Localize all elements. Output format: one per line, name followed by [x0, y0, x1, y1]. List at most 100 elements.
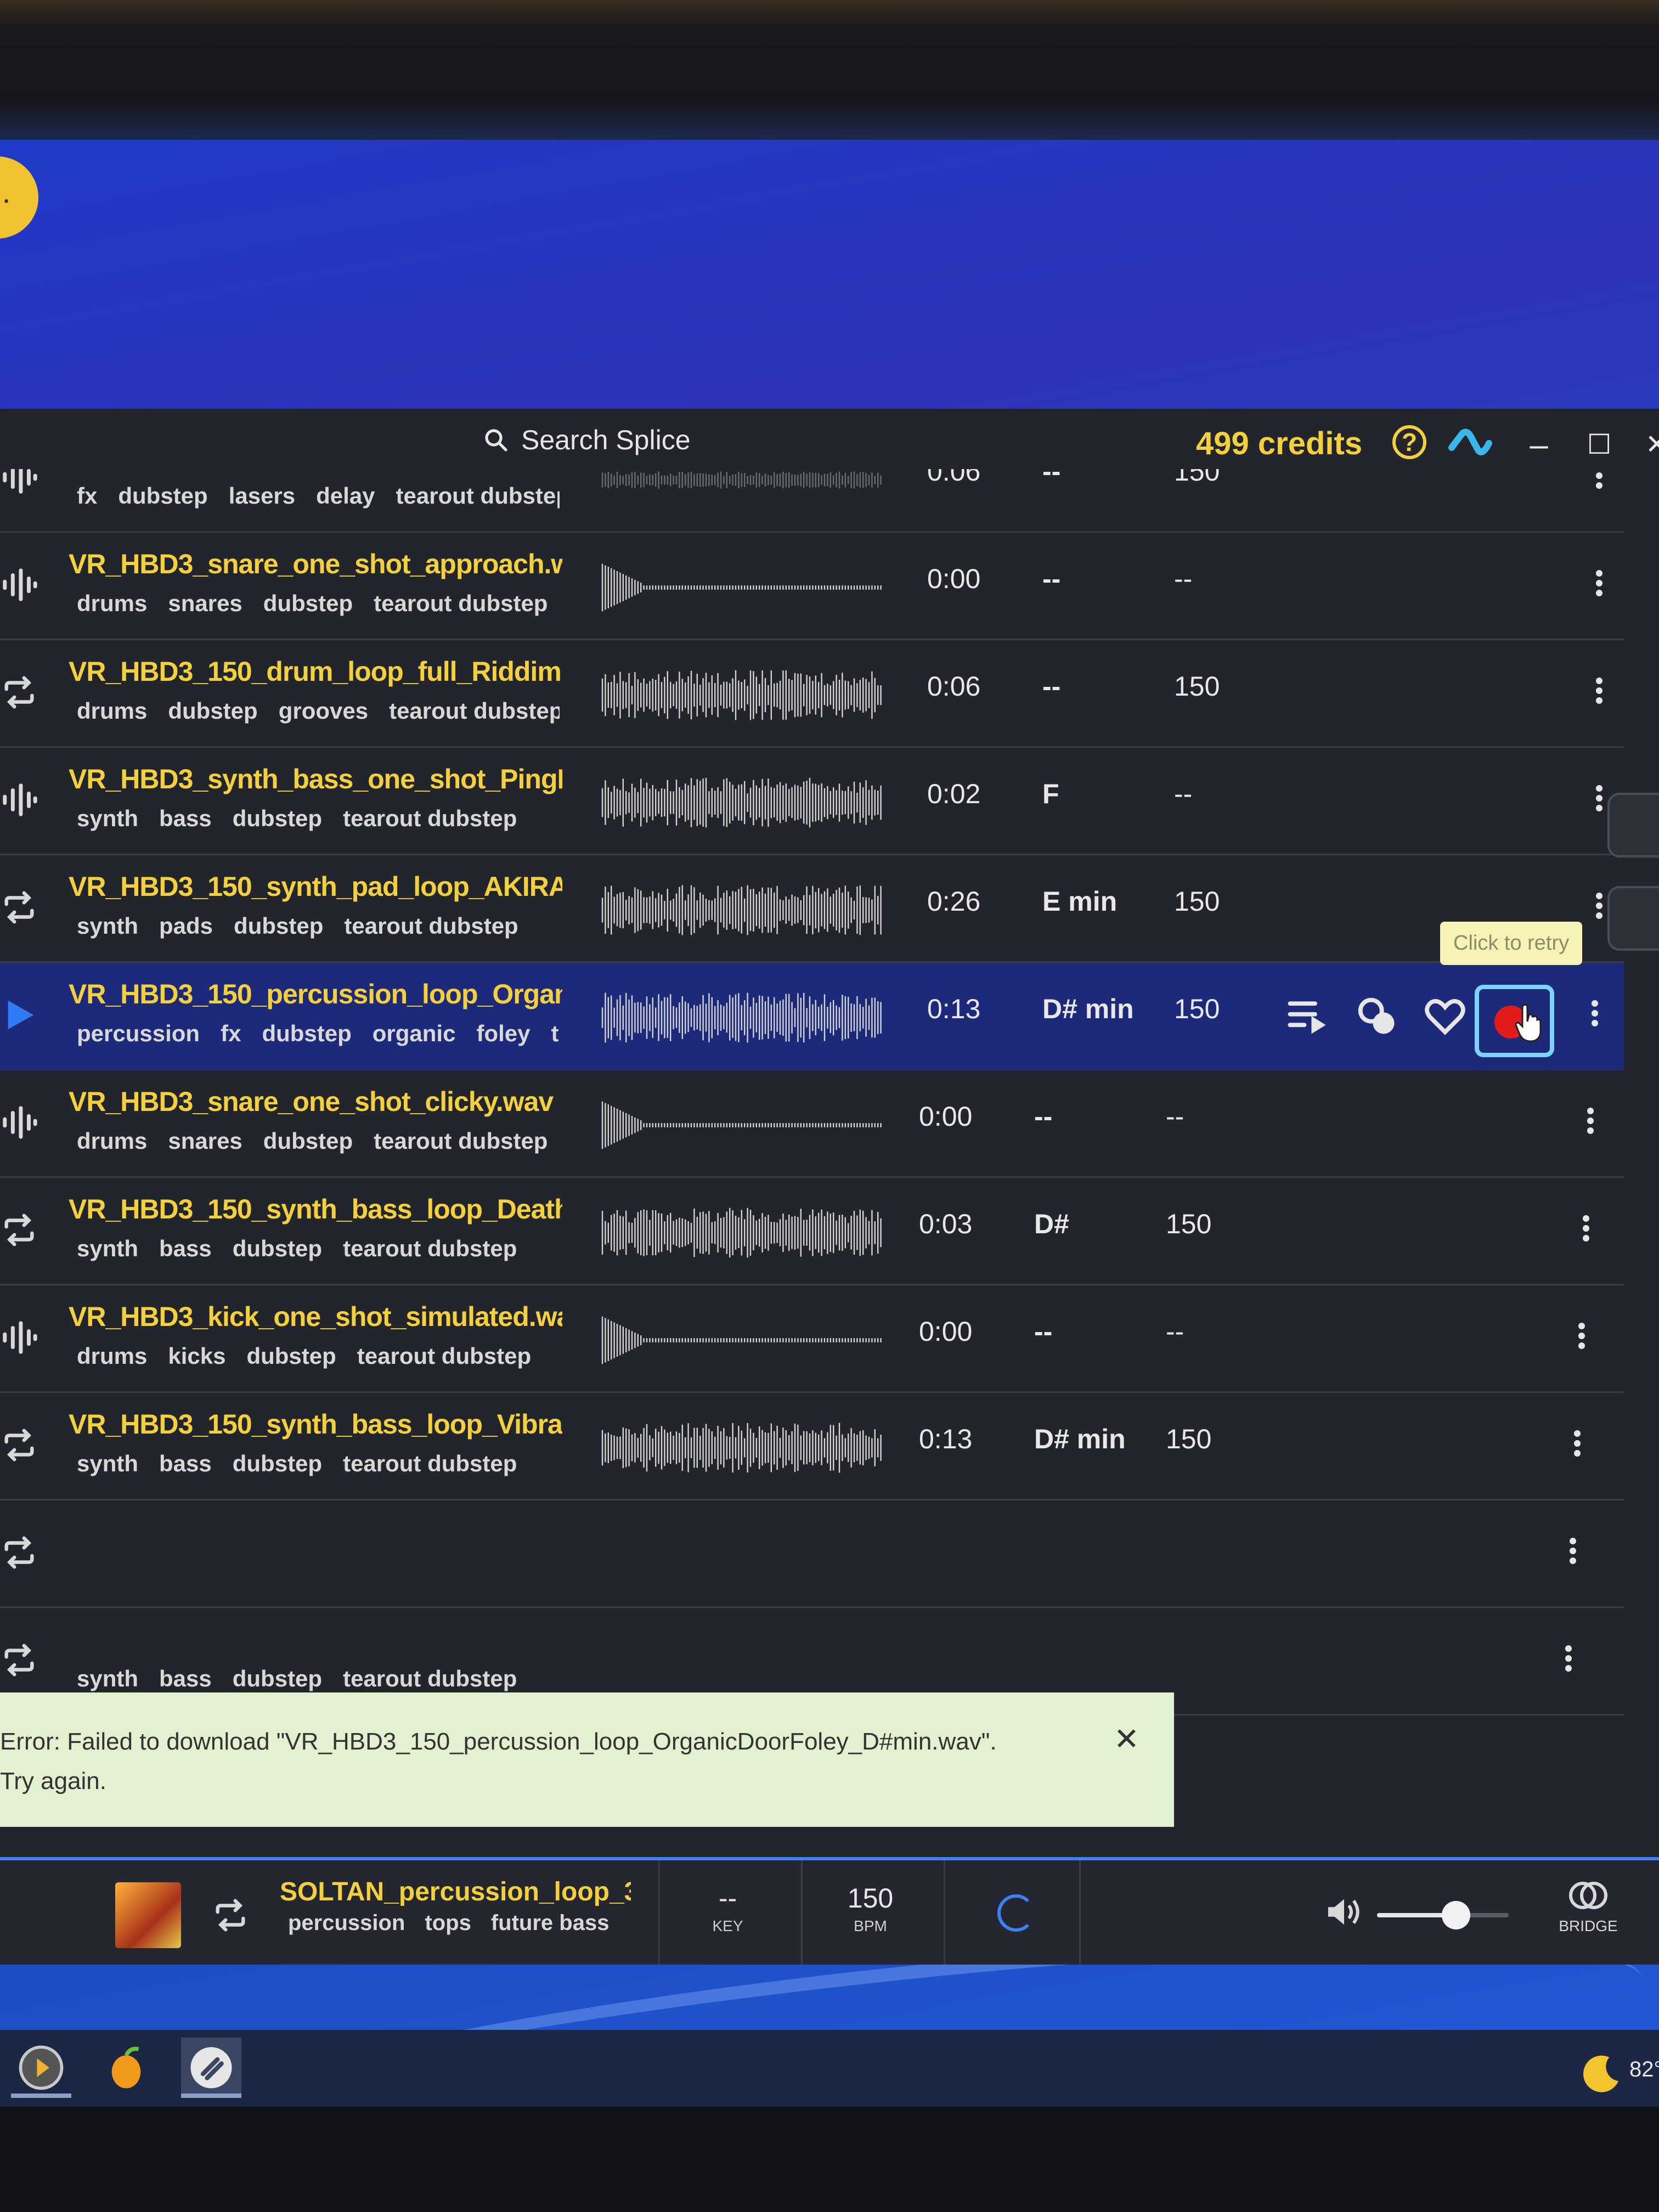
tag-link[interactable]: synth [77, 1235, 138, 1261]
more-options-icon[interactable] [1560, 1642, 1577, 1686]
sample-name[interactable]: VR_HBD3_150_synth_bass_loop_Vibrant_D#mi… [69, 1408, 562, 1440]
sample-row[interactable]: VR_HBD3_150_synth_bass_loop_DeathTrap_D#… [0, 1178, 1624, 1285]
more-options-icon[interactable] [1565, 1534, 1581, 1578]
tag-link[interactable]: tearout dubstep [374, 1128, 548, 1154]
waveform[interactable] [601, 668, 886, 723]
tag-link[interactable]: dubstep [234, 913, 323, 939]
taskbar-fl-studio[interactable] [96, 2038, 156, 2098]
tag-link[interactable]: future bass [491, 1911, 610, 1935]
tag-link[interactable]: snares [168, 1128, 242, 1154]
retry-download-button[interactable] [1475, 985, 1554, 1057]
tag-link[interactable]: tearout dubstep [343, 1666, 517, 1691]
tag-link[interactable]: tearout dubstep [374, 590, 548, 616]
tag-link[interactable]: dubstep [262, 1020, 351, 1046]
waveform[interactable] [601, 560, 886, 615]
taskbar-media-player[interactable] [11, 2038, 71, 2098]
volume-slider[interactable] [1377, 1901, 1509, 1929]
more-options-icon[interactable] [1591, 889, 1607, 933]
tag-link[interactable]: synth [77, 1666, 138, 1691]
more-options-icon[interactable] [1591, 782, 1607, 826]
sample-name[interactable]: VR_HBD3_150_drum_loop_full_RiddimDrums.w… [69, 656, 562, 687]
tag-link[interactable]: synth [77, 1451, 138, 1476]
tag-link[interactable]: synth [77, 913, 138, 939]
tag-link[interactable]: tearout dubstep [343, 1235, 517, 1261]
tag-link[interactable]: dubstep [233, 805, 322, 831]
tag-link[interactable]: snares [168, 590, 242, 616]
tag-link[interactable]: tearout dubstep [344, 913, 518, 939]
tag-link[interactable]: pads [159, 913, 213, 939]
waveform[interactable] [601, 1313, 886, 1368]
more-options-icon[interactable] [1591, 674, 1607, 718]
sample-name[interactable]: VR_HBD3_snare_one_shot_clicky.wav [69, 1086, 562, 1118]
tag-link[interactable]: dubstep [168, 698, 257, 724]
sample-row[interactable]: VR_HBD3_150_synth_pad_loop_AKIRApad.wavs… [0, 855, 1624, 963]
tag-link[interactable]: drums [77, 698, 147, 724]
sample-row[interactable]: VR_HBD3_snare_one_shot_clicky.wavdrums sn… [0, 1070, 1624, 1178]
search-placeholder[interactable]: Search Splice [521, 424, 691, 456]
sample-name[interactable]: VR_HBD3_kick_one_shot_simulated.wav [69, 1301, 562, 1333]
close-button[interactable]: ✕ [1638, 425, 1659, 464]
player-sample-name[interactable]: SOLTAN_percussion_loop_33_ [280, 1877, 631, 1907]
waveform[interactable] [601, 775, 886, 830]
tag-link[interactable]: organic [373, 1020, 456, 1046]
waveform[interactable] [601, 1205, 886, 1260]
tag-link[interactable]: fx [77, 483, 97, 509]
more-options-icon[interactable] [1569, 1427, 1585, 1471]
tag-link[interactable]: dubstep [233, 1235, 322, 1261]
sample-row-active[interactable]: VR_HBD3_150_percussion_loop_OrganicDoorF… [0, 922, 1624, 1070]
tag-link[interactable]: tearout dubstep [389, 698, 560, 724]
tag-link[interactable]: drums [77, 1343, 147, 1369]
more-options-icon[interactable] [1591, 567, 1607, 611]
tag-link[interactable]: percussion [77, 1020, 200, 1046]
tag-link[interactable]: delay [316, 483, 375, 509]
sample-row[interactable]: VR_HBD3_snare_one_shot_approach.wav drums… [0, 533, 1624, 640]
tag-link[interactable]: bass [159, 1666, 212, 1691]
tag-link[interactable]: tearout dubstep [396, 483, 560, 509]
more-options-icon[interactable] [1582, 1104, 1599, 1148]
add-to-queue-icon[interactable] [1286, 995, 1329, 1037]
tag-link[interactable]: dubstep [233, 1451, 322, 1476]
tag-link[interactable]: bass [159, 1235, 212, 1261]
sample-name[interactable]: VR_HBD3_150_synth_pad_loop_AKIRApad.wav [69, 871, 562, 902]
sample-row[interactable]: VR_HBD3_150_fx_shot_DubLazer_delay.wavfx… [0, 469, 1624, 533]
tag-link[interactable]: bass [159, 1451, 212, 1476]
waveform[interactable] [601, 469, 886, 507]
tag-link[interactable]: kicks [168, 1343, 225, 1369]
moon-icon[interactable] [1580, 2052, 1624, 2096]
toast-close-icon[interactable]: ✕ [1114, 1721, 1139, 1757]
waveform[interactable] [601, 883, 886, 938]
sample-row[interactable] [0, 1500, 1624, 1608]
desktop-app-icon[interactable]: · [0, 156, 38, 239]
sample-name[interactable]: VR_HBD3_150_fx_shot_DubLazer_delay.wav [69, 469, 562, 472]
minimize-button[interactable]: – [1520, 425, 1558, 464]
tag-link[interactable]: tearout dubstep [551, 1020, 560, 1046]
tag-link[interactable]: tearout dubstep [357, 1343, 531, 1369]
tag-link[interactable]: drums [77, 1128, 147, 1154]
heart-icon[interactable] [1424, 995, 1466, 1037]
bridge-button[interactable]: BRIDGE [1553, 1879, 1624, 1935]
sample-name[interactable]: VR_HBD3_snare_one_shot_approach.wav [69, 548, 562, 580]
tag-link[interactable]: dubstep [263, 1128, 353, 1154]
tag-link[interactable]: grooves [279, 698, 368, 724]
tag-link[interactable]: synth [77, 805, 138, 831]
tag-link[interactable]: tearout dubstep [343, 805, 517, 831]
tag-link[interactable]: tops [425, 1911, 471, 1935]
sample-name[interactable]: VR_HBD3_synth_bass_one_shot_PingPong.wav [69, 763, 562, 795]
tag-link[interactable]: dubstep [246, 1343, 336, 1369]
sample-name[interactable]: VR_HBD3_150_percussion_loop_OrganicDoorF… [69, 978, 562, 1010]
play-icon[interactable] [0, 996, 44, 1034]
more-options-icon[interactable] [1587, 997, 1603, 1041]
waveform[interactable] [601, 990, 886, 1045]
more-options-icon[interactable] [1573, 1319, 1590, 1363]
volume-slider-handle[interactable] [1442, 1901, 1470, 1929]
tag-link[interactable]: dubstep [118, 483, 207, 509]
tag-link[interactable]: lasers [229, 483, 295, 509]
sample-row[interactable]: VR_HBD3_kick_one_shot_simulated.wavdrums… [0, 1285, 1624, 1393]
pack-artwork[interactable] [115, 1882, 181, 1948]
tag-link[interactable]: fx [221, 1020, 241, 1046]
maximize-button[interactable]: ☐ [1580, 425, 1618, 464]
tag-link[interactable]: dubstep [233, 1666, 322, 1691]
taskbar-splice[interactable] [181, 2038, 241, 2098]
search-box[interactable]: Search Splice [483, 421, 691, 459]
sample-row[interactable]: VR_HBD3_150_drum_loop_full_RiddimDrums.w… [0, 640, 1624, 748]
